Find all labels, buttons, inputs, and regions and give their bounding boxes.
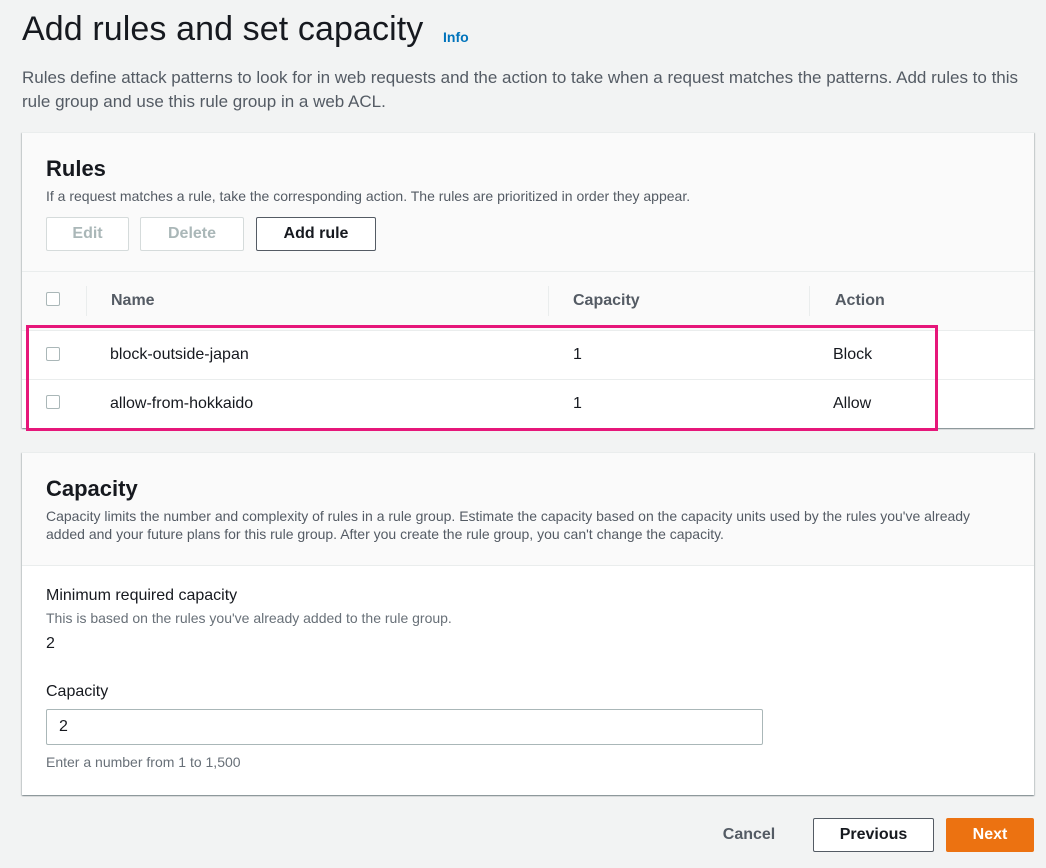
capacity-header-border: [22, 565, 1034, 566]
rule-capacity: 1: [573, 395, 582, 412]
capacity-panel-description: Capacity limits the number and complexit…: [46, 508, 971, 542]
info-link[interactable]: Info: [443, 29, 469, 45]
capacity-label: Capacity: [46, 683, 109, 700]
next-button[interactable]: Next: [946, 818, 1034, 852]
rules-panel: Rules If a request matches a rule, take …: [22, 132, 1034, 428]
previous-button[interactable]: Previous: [813, 818, 934, 852]
rule-action: Block: [833, 346, 873, 363]
rule-action: Allow: [833, 395, 872, 412]
edit-button[interactable]: Edit: [46, 217, 129, 251]
column-header-action[interactable]: Action: [835, 292, 885, 310]
column-separator: [548, 286, 549, 316]
min-capacity-hint: This is based on the rules you've alread…: [46, 610, 452, 626]
row-checkbox[interactable]: [46, 347, 60, 361]
delete-button[interactable]: Delete: [140, 217, 244, 251]
column-header-capacity[interactable]: Capacity: [573, 292, 640, 310]
add-rule-button[interactable]: Add rule: [256, 217, 376, 251]
cancel-button[interactable]: Cancel: [708, 818, 790, 852]
column-header-name[interactable]: Name: [111, 292, 155, 310]
rule-name: block-outside-japan: [110, 346, 249, 363]
column-separator: [86, 286, 87, 316]
rule-name: allow-from-hokkaido: [110, 395, 254, 412]
row-checkbox[interactable]: [46, 395, 60, 409]
min-capacity-value: 2: [46, 635, 55, 652]
page-title: Add rules and set capacity: [22, 10, 424, 48]
page-description: Rules define attack patterns to look for…: [22, 68, 1019, 111]
capacity-panel: Capacity Capacity limits the number and …: [22, 452, 1034, 795]
rules-panel-header: Rules If a request matches a rule, take …: [22, 133, 1034, 271]
table-header: Name Capacity Action: [22, 272, 1034, 330]
capacity-input[interactable]: [46, 709, 763, 745]
column-separator: [809, 286, 810, 316]
min-capacity-label: Minimum required capacity: [46, 587, 238, 604]
table-row[interactable]: allow-from-hokkaido 1 Allow: [22, 380, 1034, 428]
capacity-panel-title: Capacity: [46, 476, 138, 501]
select-all-checkbox[interactable]: [46, 292, 60, 306]
capacity-hint: Enter a number from 1 to 1,500: [46, 754, 241, 770]
capacity-panel-header: Capacity Capacity limits the number and …: [22, 453, 1034, 565]
rule-capacity: 1: [573, 346, 582, 363]
table-row[interactable]: block-outside-japan 1 Block: [22, 331, 1034, 379]
rules-panel-description: If a request matches a rule, take the co…: [46, 188, 691, 204]
rules-panel-title: Rules: [46, 156, 106, 181]
